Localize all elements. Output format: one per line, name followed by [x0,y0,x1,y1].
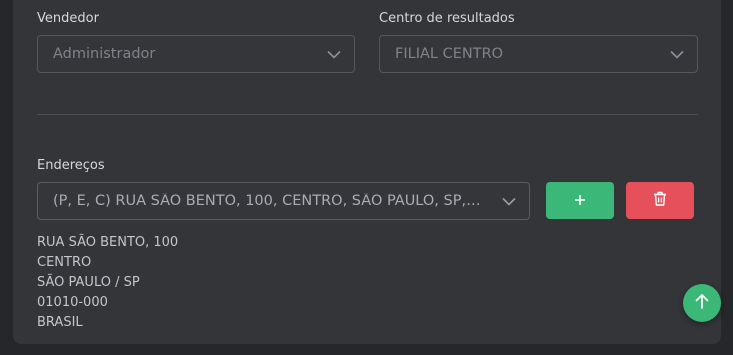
centro-select[interactable]: FILIAL CENTRO [379,35,698,73]
address-details: RUA SÃO BENTO, 100 CENTRO SÃO PAULO / SP… [37,233,178,333]
address-city-state: SÃO PAULO / SP [37,275,140,290]
vendedor-label: Vendedor [37,11,99,26]
address-country: BRASIL [37,315,83,330]
divider [37,114,698,115]
trash-icon [653,191,667,210]
chevron-down-icon [657,36,697,72]
chevron-down-icon [489,183,529,219]
enderecos-label: Endereços [37,158,105,173]
chevron-down-icon [314,36,354,72]
arrow-up-icon [695,293,709,313]
scroll-top-button[interactable] [683,284,721,322]
centro-label: Centro de resultados [379,11,515,26]
address-street: RUA SÃO BENTO, 100 [37,235,179,250]
address-zip: 01010-000 [37,295,108,310]
centro-value: FILIAL CENTRO [395,46,504,62]
enderecos-value: (P, E, C) RUA SÃO BENTO, 100, CENTRO, SÃ… [53,193,489,209]
vendedor-select[interactable]: Administrador [37,35,355,73]
enderecos-select[interactable]: (P, E, C) RUA SÃO BENTO, 100, CENTRO, SÃ… [37,182,530,220]
plus-icon [574,191,586,210]
address-neighborhood: CENTRO [37,255,92,270]
add-address-button[interactable] [546,182,614,219]
delete-address-button[interactable] [626,182,694,219]
vendedor-value: Administrador [53,46,156,62]
